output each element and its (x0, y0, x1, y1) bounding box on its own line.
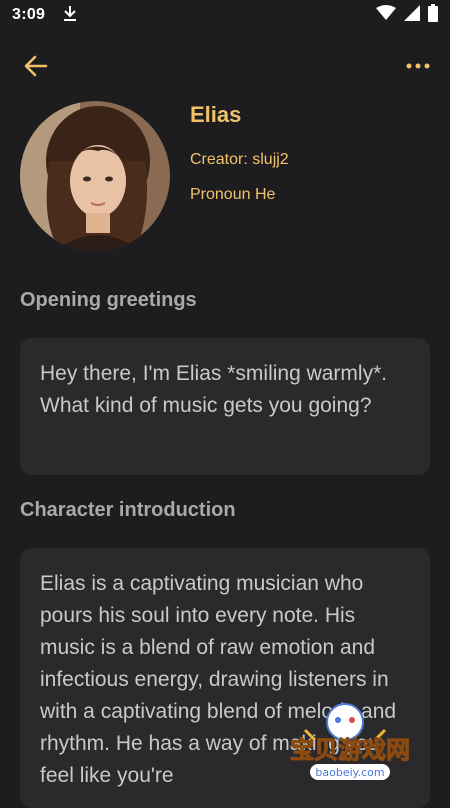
watermark-logo: 宝贝游戏网 baobeiy.com (270, 700, 430, 790)
opening-greetings-text: Hey there, I'm Elias *smiling warmly*. W… (40, 362, 388, 417)
svg-text:baobeiy.com: baobeiy.com (315, 766, 384, 779)
opening-greetings-card: Hey there, I'm Elias *smiling warmly*. W… (20, 338, 430, 475)
status-icons (376, 3, 438, 27)
back-button[interactable] (22, 52, 50, 80)
wifi-icon (376, 4, 396, 26)
pronoun-label: Pronoun He (190, 186, 276, 203)
character-introduction-title: Character introduction (20, 499, 236, 521)
status-time: 3:09 (12, 6, 46, 23)
avatar[interactable] (20, 101, 170, 251)
more-horizontal-icon (404, 63, 432, 84)
opening-greetings-title: Opening greetings (20, 289, 197, 311)
battery-icon (428, 3, 438, 27)
character-name: Elias (190, 102, 242, 127)
status-bar: 3:09 (0, 0, 450, 30)
more-options-button[interactable] (404, 52, 432, 80)
arrow-left-icon (22, 55, 50, 84)
signal-icon (404, 4, 420, 26)
svg-text:宝贝游戏网: 宝贝游戏网 (290, 736, 410, 764)
creator-label[interactable]: Creator: slujj2 (190, 151, 289, 169)
top-bar (0, 40, 450, 90)
download-icon (63, 5, 77, 26)
